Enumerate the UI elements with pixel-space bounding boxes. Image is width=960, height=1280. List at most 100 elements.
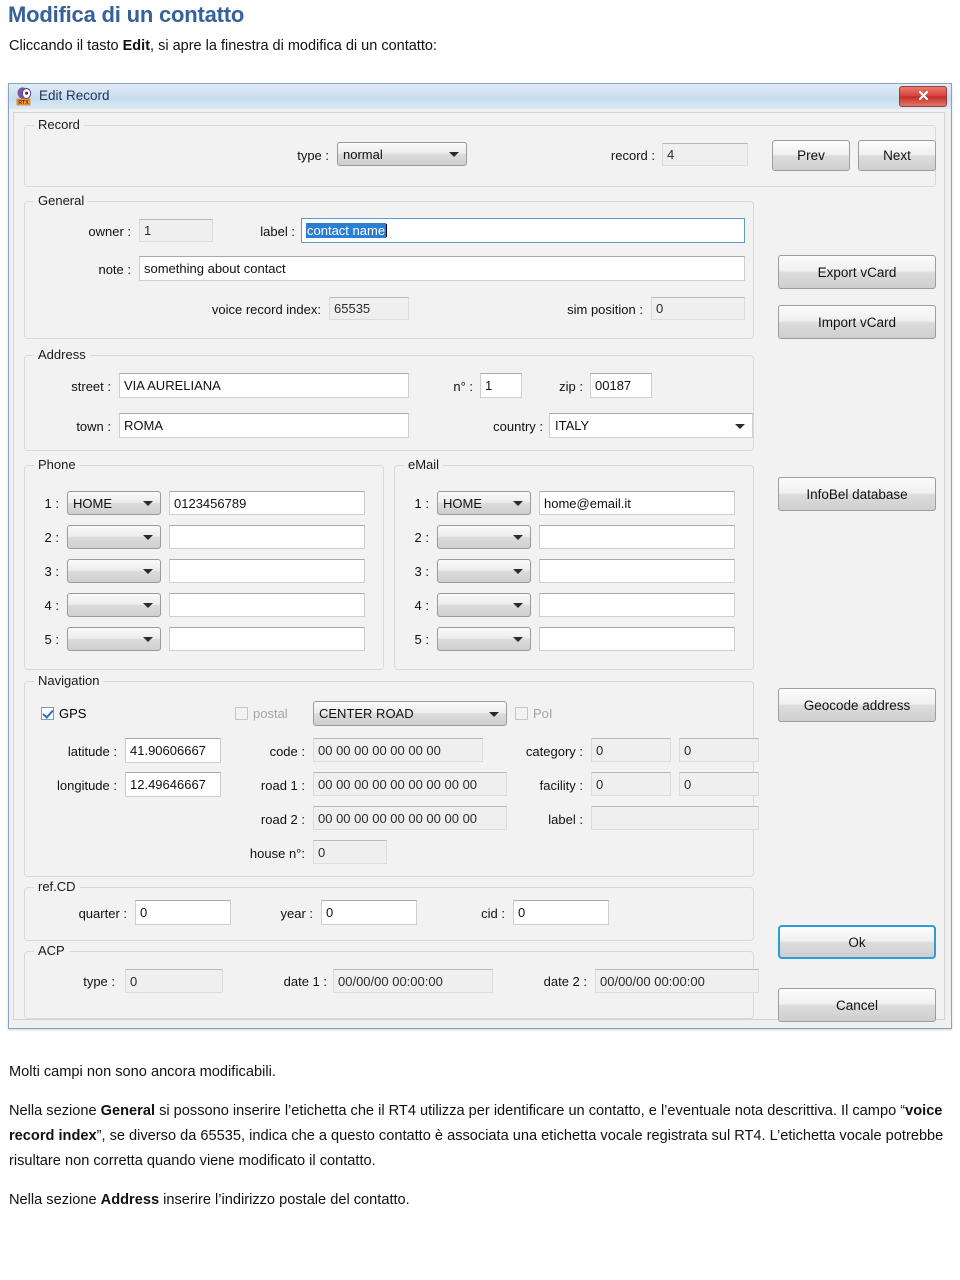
zip-field[interactable]: 00187 [590, 373, 652, 398]
town-field[interactable]: ROMA [119, 413, 409, 438]
general-group-title: General [34, 193, 89, 208]
phone-group: Phone 1 : HOME 0123456789 2 : 3: 4: 5 … [24, 457, 384, 670]
email-address-field-4[interactable] [539, 593, 735, 617]
email-address-field-5[interactable] [539, 627, 735, 651]
email-type-value-1: HOME [443, 495, 482, 511]
email-type-combo-3[interactable] [437, 559, 531, 583]
general-group: General owner : 1 label : contact name n… [24, 193, 754, 339]
window-title: Edit Record [39, 88, 110, 103]
chevron-down-icon [513, 501, 523, 506]
export-vcard-button[interactable]: Export vCard [778, 255, 936, 289]
owner-label: owner : [88, 224, 131, 239]
chevron-down-icon [143, 535, 153, 540]
phone-number-field-3[interactable] [169, 559, 365, 583]
svg-text:RTX: RTX [18, 100, 29, 106]
phone-index-3: 3 : [44, 564, 59, 579]
refcd-group-title: ref.CD [34, 879, 80, 894]
ok-button[interactable]: Ok [778, 925, 936, 959]
phone-type-combo-3[interactable] [67, 559, 161, 583]
p2-text-e: ”, se diverso da 65535, indica che a que… [9, 1128, 944, 1169]
record-type-combo[interactable]: normal [337, 142, 467, 166]
p3-bold-address: Address [100, 1192, 160, 1208]
phone-type-combo-4[interactable] [67, 593, 161, 617]
house-number-field: 0 [313, 840, 387, 864]
house-number-label: house n°: [249, 846, 305, 861]
postal-checkbox-label: postal [253, 706, 288, 721]
label-field[interactable]: contact name [301, 218, 745, 243]
code-label: code : [269, 744, 305, 759]
code-field: 00 00 00 00 00 00 00 [313, 738, 483, 762]
acp-type-field: 0 [125, 969, 223, 993]
dialog-content-frame: Record type : normal record : 4 Prev Nex… [13, 112, 945, 1022]
intro-text-after: , si apre la finestra di modifica di un … [150, 38, 437, 54]
phone-type-combo-2[interactable] [67, 525, 161, 549]
p3-text-c: inserire l’indirizzo postale del contatt… [159, 1192, 410, 1208]
email-group-title: eMail [404, 457, 444, 472]
road-type-combo[interactable]: CENTER ROAD [313, 701, 507, 726]
town-label: town : [76, 419, 111, 434]
nav-label-label: label : [548, 812, 583, 827]
longitude-label: longitude : [57, 778, 117, 793]
country-combo[interactable]: ITALY [549, 413, 753, 438]
window-title-bar[interactable]: RTX Edit Record [9, 84, 951, 110]
phone-number-field-4[interactable] [169, 593, 365, 617]
chevron-down-icon [143, 569, 153, 574]
street-label: street : [71, 379, 111, 394]
navigation-group-title: Navigation [34, 673, 104, 688]
gps-checkbox[interactable]: GPS [41, 706, 86, 721]
paragraph-2: Nella sezione General si possono inserir… [9, 1099, 949, 1174]
street-field[interactable]: VIA AURELIANA [119, 373, 409, 398]
sim-position-label: sim position : [567, 302, 643, 317]
geocode-address-button[interactable]: Geocode address [778, 688, 936, 722]
note-field[interactable]: something about contact [139, 256, 745, 281]
email-address-field-3[interactable] [539, 559, 735, 583]
prev-button[interactable]: Prev [772, 140, 850, 171]
road2-field: 00 00 00 00 00 00 00 00 00 [313, 806, 507, 830]
postal-checkbox[interactable]: postal [235, 706, 288, 721]
record-number-label: record : [610, 148, 655, 163]
paragraph-3: Nella sezione Address inserire l’indiriz… [9, 1188, 949, 1213]
owner-field: 1 [139, 219, 213, 242]
email-address-field-1[interactable]: home@email.it [539, 491, 735, 515]
phone-type-combo-1[interactable]: HOME [67, 491, 161, 515]
next-button[interactable]: Next [858, 140, 936, 171]
p2-text-a: Nella sezione [9, 1103, 101, 1119]
infobel-database-button[interactable]: InfoBel database [778, 477, 936, 511]
email-type-combo-1[interactable]: HOME [437, 491, 531, 515]
phone-number-field-5[interactable] [169, 627, 365, 651]
phone-number-field-2[interactable] [169, 525, 365, 549]
cancel-button[interactable]: Cancel [778, 988, 936, 1022]
street-number-label: n° : [453, 379, 473, 394]
label-field-value: contact name [306, 223, 387, 238]
email-type-combo-2[interactable] [437, 525, 531, 549]
phone-type-combo-5[interactable] [67, 627, 161, 651]
poi-checkbox[interactable]: PoI [515, 706, 553, 721]
close-icon[interactable] [899, 86, 947, 107]
email-index-1: 1 : [414, 496, 429, 511]
quarter-field[interactable]: 0 [135, 900, 231, 925]
record-group: Record type : normal record : 4 Prev Nex… [24, 117, 936, 187]
navigation-group: Navigation GPS postal CENTER ROAD PoI la… [24, 673, 759, 877]
email-type-combo-4[interactable] [437, 593, 531, 617]
cid-label: cid : [481, 906, 505, 921]
chevron-down-icon [513, 535, 523, 540]
cid-field[interactable]: 0 [513, 900, 609, 925]
checkbox-box [235, 707, 248, 720]
year-field[interactable]: 0 [321, 900, 417, 925]
acp-date2-field: 00/00/00 00:00:00 [595, 969, 759, 993]
window-body: Record type : normal record : 4 Prev Nex… [9, 109, 951, 1028]
street-number-field[interactable]: 1 [480, 373, 522, 398]
phone-number-field-1[interactable]: 0123456789 [169, 491, 365, 515]
note-label: note : [98, 262, 131, 277]
email-address-field-2[interactable] [539, 525, 735, 549]
email-type-combo-5[interactable] [437, 627, 531, 651]
import-vcard-button[interactable]: Import vCard [778, 305, 936, 339]
phone-type-value-1: HOME [73, 495, 112, 511]
country-value: ITALY [555, 418, 590, 433]
latitude-field[interactable]: 41.90606667 [125, 738, 221, 763]
record-type-value: normal [343, 146, 383, 162]
longitude-field[interactable]: 12.49646667 [125, 772, 221, 797]
category-field-2: 0 [679, 738, 759, 762]
voice-record-index-field: 65535 [329, 297, 409, 320]
label-label: label : [260, 224, 295, 239]
